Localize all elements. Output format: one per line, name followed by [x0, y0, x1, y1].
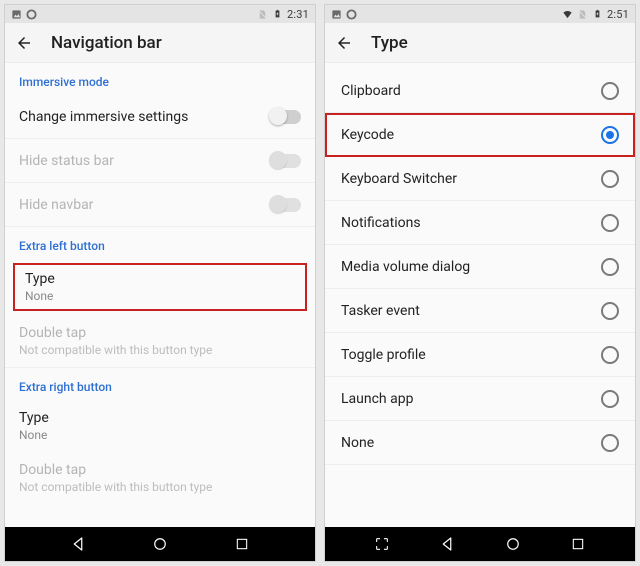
option-label: Tasker event — [341, 303, 601, 319]
phone-left: 2:31 Navigation bar Immersive mode Chang… — [4, 4, 316, 562]
nav-home-icon[interactable] — [504, 535, 522, 553]
status-time: 2:31 — [287, 8, 309, 21]
circle-icon — [346, 9, 357, 20]
row-value: None — [19, 428, 301, 442]
radio-selected-icon[interactable] — [601, 126, 619, 144]
row-label: Type — [19, 410, 301, 426]
back-icon[interactable] — [335, 34, 353, 52]
option-row[interactable]: Media volume dialog — [325, 245, 635, 289]
row-label: Double tap — [19, 462, 301, 478]
nav-recent-icon[interactable] — [233, 535, 251, 553]
image-icon — [11, 9, 22, 20]
image-icon — [331, 9, 342, 20]
radio-icon[interactable] — [601, 434, 619, 452]
option-row[interactable]: Keyboard Switcher — [325, 157, 635, 201]
option-label: Clipboard — [341, 83, 601, 99]
back-icon[interactable] — [15, 34, 33, 52]
row-extra-left-type[interactable]: Type None — [13, 263, 307, 311]
radio-icon[interactable] — [601, 258, 619, 276]
phone-right: 2:51 Type Clipboard Keycode Keyboard Switc… — [324, 4, 636, 562]
switch-disabled-icon — [271, 198, 301, 212]
status-bar: 2:31 — [5, 5, 315, 23]
option-label: None — [341, 435, 601, 451]
page-title: Type — [371, 33, 408, 53]
option-row[interactable]: Launch app — [325, 377, 635, 421]
status-time: 2:51 — [607, 8, 629, 21]
option-row[interactable]: Tasker event — [325, 289, 635, 333]
row-label: Type — [25, 271, 295, 287]
switch-disabled-icon — [271, 154, 301, 168]
circle-icon — [26, 9, 37, 20]
row-label: Hide status bar — [19, 153, 271, 169]
status-bar: 2:51 — [325, 5, 635, 23]
switch-off-icon[interactable] — [271, 110, 301, 124]
row-extra-right-type[interactable]: Type None — [5, 400, 315, 452]
option-label: Toggle profile — [341, 347, 601, 363]
option-label: Keyboard Switcher — [341, 171, 601, 187]
row-label: Double tap — [19, 325, 301, 341]
radio-icon[interactable] — [601, 170, 619, 188]
nav-home-icon[interactable] — [151, 535, 169, 553]
section-immersive-header: Immersive mode — [5, 63, 315, 95]
option-row[interactable]: Keycode — [325, 113, 635, 157]
option-label: Keycode — [341, 127, 601, 143]
row-value: Not compatible with this button type — [19, 343, 301, 357]
radio-icon[interactable] — [601, 214, 619, 232]
radio-icon[interactable] — [601, 82, 619, 100]
nav-recent-icon[interactable] — [569, 535, 587, 553]
android-navbar — [5, 527, 315, 561]
no-sim-icon — [257, 9, 268, 20]
row-label: Change immersive settings — [19, 109, 271, 125]
wifi-icon — [562, 9, 573, 20]
nav-fullscreen-icon[interactable] — [373, 535, 391, 553]
nav-back-icon[interactable] — [69, 535, 87, 553]
section-extra-left-header: Extra left button — [5, 227, 315, 259]
title-bar: Type — [325, 23, 635, 63]
battery-icon — [272, 9, 283, 20]
row-label: Hide navbar — [19, 197, 271, 213]
row-hide-navbar: Hide navbar — [5, 183, 315, 227]
title-bar: Navigation bar — [5, 23, 315, 63]
option-row[interactable]: None — [325, 421, 635, 465]
no-sim-icon — [577, 9, 588, 20]
row-value: None — [25, 289, 295, 303]
radio-icon[interactable] — [601, 346, 619, 364]
settings-list: Immersive mode Change immersive settings… — [5, 63, 315, 527]
section-extra-right-header: Extra right button — [5, 368, 315, 400]
radio-icon[interactable] — [601, 390, 619, 408]
option-label: Notifications — [341, 215, 601, 231]
android-navbar — [325, 527, 635, 561]
page-title: Navigation bar — [51, 33, 162, 53]
row-value: Not compatible with this button type — [19, 480, 301, 494]
row-change-immersive[interactable]: Change immersive settings — [5, 95, 315, 139]
row-extra-right-dtap: Double tap Not compatible with this butt… — [5, 452, 315, 504]
nav-back-icon[interactable] — [438, 535, 456, 553]
row-hide-status: Hide status bar — [5, 139, 315, 183]
option-label: Launch app — [341, 391, 601, 407]
battery-icon — [592, 9, 603, 20]
row-extra-left-dtap: Double tap Not compatible with this butt… — [5, 315, 315, 368]
option-label: Media volume dialog — [341, 259, 601, 275]
option-row[interactable]: Toggle profile — [325, 333, 635, 377]
option-row[interactable]: Clipboard — [325, 69, 635, 113]
radio-icon[interactable] — [601, 302, 619, 320]
type-options-list: Clipboard Keycode Keyboard Switcher Notific… — [325, 63, 635, 527]
option-row[interactable]: Notifications — [325, 201, 635, 245]
